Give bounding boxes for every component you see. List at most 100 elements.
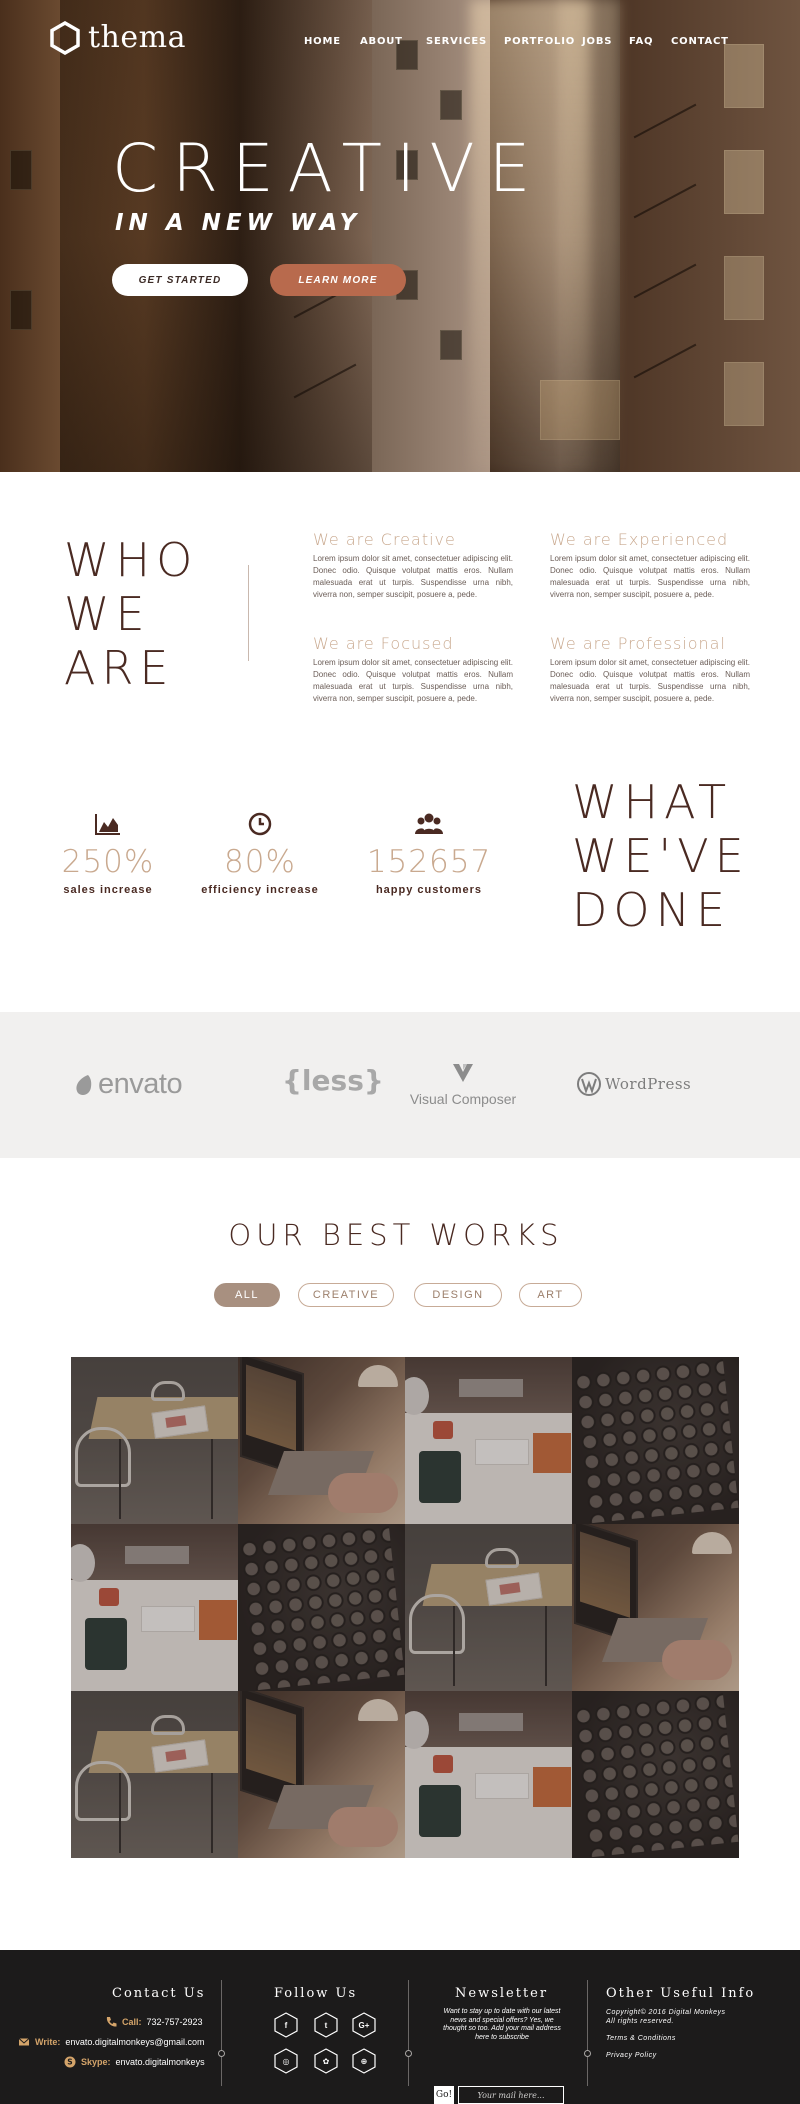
portfolio-tile-laptop[interactable] xyxy=(238,1357,405,1524)
partner-envato[interactable]: envato xyxy=(74,1068,183,1101)
works-title: OUR BEST WORKS xyxy=(228,1218,564,1252)
portfolio-tile-desk[interactable] xyxy=(71,1524,238,1691)
newsletter-email-input[interactable] xyxy=(458,2086,564,2104)
photo-detail xyxy=(422,1564,572,1606)
wordpress-icon xyxy=(577,1072,601,1096)
portfolio-tile-table[interactable] xyxy=(71,1357,238,1524)
footer-divider xyxy=(218,1980,225,2086)
social-glyph: f xyxy=(284,2020,288,2030)
title-line: WHO xyxy=(64,533,199,587)
title-line: ARE xyxy=(64,641,175,695)
portfolio-tile-typewriter[interactable] xyxy=(238,1524,405,1691)
photo-detail xyxy=(419,1785,461,1837)
footer-heading: Other Useful Info xyxy=(606,1986,756,2001)
portfolio-tile-desk[interactable] xyxy=(405,1691,572,1858)
svg-text:S: S xyxy=(67,2058,72,2067)
google-plus-icon[interactable]: G+ xyxy=(352,2012,376,2038)
photo-detail xyxy=(485,1548,519,1568)
portfolio-tile-laptop[interactable] xyxy=(572,1524,739,1691)
portfolio-tile-laptop[interactable] xyxy=(238,1691,405,1858)
photo-detail xyxy=(267,1785,375,1829)
feature-creative: We are Creative Lorem ipsum dolor sit am… xyxy=(313,530,513,601)
footer-divider xyxy=(584,1980,591,2086)
contact-value: envato.digitalmonkeys@gmail.com xyxy=(65,2037,205,2047)
flickr-icon[interactable]: ✿ xyxy=(314,2048,338,2074)
window xyxy=(440,90,462,120)
rights-text: All rights reserved. xyxy=(606,2018,674,2025)
contact-call[interactable]: Call: 732-757-2923 xyxy=(105,2016,203,2028)
feature-title: We are Focused xyxy=(313,634,454,653)
contact-label: Write: xyxy=(35,2037,61,2047)
feature-text: Lorem ipsum dolor sit amet, consectetuer… xyxy=(550,658,750,703)
feature-experienced: We are Experienced Lorem ipsum dolor sit… xyxy=(550,530,750,601)
filter-all[interactable]: ALL xyxy=(214,1283,280,1307)
partner-name: envato xyxy=(98,1068,183,1100)
partner-visual-composer[interactable]: Visual Composer xyxy=(408,1062,518,1107)
contact-write[interactable]: Write: envato.digitalmonkeys@gmail.com xyxy=(18,2036,205,2048)
phone-icon xyxy=(106,2017,117,2027)
twitter-icon[interactable]: t xyxy=(314,2012,338,2038)
nav-faq[interactable]: FAQ xyxy=(629,36,653,47)
filter-design[interactable]: DESIGN xyxy=(414,1283,502,1307)
photo-detail xyxy=(358,1699,398,1721)
photo-detail xyxy=(453,1606,455,1686)
nav-jobs[interactable]: JOBS xyxy=(582,36,612,47)
visual-composer-icon xyxy=(453,1064,473,1082)
social-glyph: t xyxy=(324,2020,328,2030)
photo-detail xyxy=(572,1691,739,1858)
privacy-link[interactable]: Privacy Policy xyxy=(606,2051,657,2060)
instagram-icon[interactable]: ◎ xyxy=(274,2048,298,2074)
feature-title: We are Creative xyxy=(313,530,456,549)
what-weve-done-title: WHAT WE'VE DONE xyxy=(572,775,750,937)
filter-creative[interactable]: CREATIVE xyxy=(298,1283,394,1307)
photo-detail xyxy=(328,1473,398,1513)
contact-label: Call: xyxy=(122,2017,142,2027)
building-left xyxy=(0,0,60,472)
photo-detail xyxy=(211,1439,213,1519)
photo-detail xyxy=(433,1421,453,1439)
brand-logo[interactable]: thema xyxy=(50,20,186,55)
photo-detail xyxy=(475,1439,529,1465)
copyright-text: Copyright© 2016 Digital Monkeys xyxy=(606,2009,726,2016)
photo-detail xyxy=(141,1606,195,1632)
portfolio-tile-table[interactable] xyxy=(405,1524,572,1691)
nav-contact[interactable]: CONTACT xyxy=(671,36,729,47)
newsletter-description: Want to stay up to date with our latest … xyxy=(443,2008,561,2041)
terms-link[interactable]: Terms & Conditions xyxy=(606,2034,676,2043)
nav-home[interactable]: HOME xyxy=(304,36,341,47)
social-glyph: ✿ xyxy=(322,2056,330,2066)
photo-detail xyxy=(85,1618,127,1670)
photo-detail xyxy=(459,1713,523,1731)
nav-portfolio[interactable]: PORTFOLIO xyxy=(504,36,575,47)
footer-divider xyxy=(405,1980,412,2086)
contact-skype[interactable]: S Skype: envato.digitalmonkeys xyxy=(64,2056,205,2068)
photo-detail xyxy=(151,1715,185,1735)
feature-focused: We are Focused Lorem ipsum dolor sit ame… xyxy=(313,634,513,705)
learn-more-button[interactable]: LEARN MORE xyxy=(270,264,406,296)
partner-name: WordPress xyxy=(605,1075,692,1093)
photo-detail xyxy=(88,1731,238,1773)
footer-heading: Newsletter xyxy=(455,1986,549,2001)
partner-less[interactable]: {less} xyxy=(282,1064,384,1097)
photo-detail xyxy=(75,1427,131,1487)
portfolio-tile-desk[interactable] xyxy=(405,1357,572,1524)
get-started-button[interactable]: GET STARTED xyxy=(112,264,248,296)
dribbble-icon[interactable]: ⊕ xyxy=(352,2048,376,2074)
title-line: WE'VE xyxy=(572,829,750,883)
window xyxy=(724,150,764,214)
portfolio-tile-table[interactable] xyxy=(71,1691,238,1858)
facebook-icon[interactable]: f xyxy=(274,2012,298,2038)
nav-about[interactable]: ABOUT xyxy=(360,36,403,47)
photo-detail xyxy=(475,1773,529,1799)
nav-services[interactable]: SERVICES xyxy=(426,36,487,47)
partner-wordpress[interactable]: WordPress xyxy=(577,1072,691,1096)
newsletter-go-button[interactable]: Go! xyxy=(434,2086,454,2104)
stat-label: happy customers xyxy=(375,884,483,896)
photo-detail xyxy=(545,1606,547,1686)
contact-value: 732-757-2923 xyxy=(146,2017,203,2027)
filter-art[interactable]: ART xyxy=(519,1283,582,1307)
photo-detail xyxy=(119,1773,121,1853)
portfolio-tile-typewriter[interactable] xyxy=(572,1357,739,1524)
stat-value: 250% xyxy=(61,844,155,880)
portfolio-tile-typewriter[interactable] xyxy=(572,1691,739,1858)
